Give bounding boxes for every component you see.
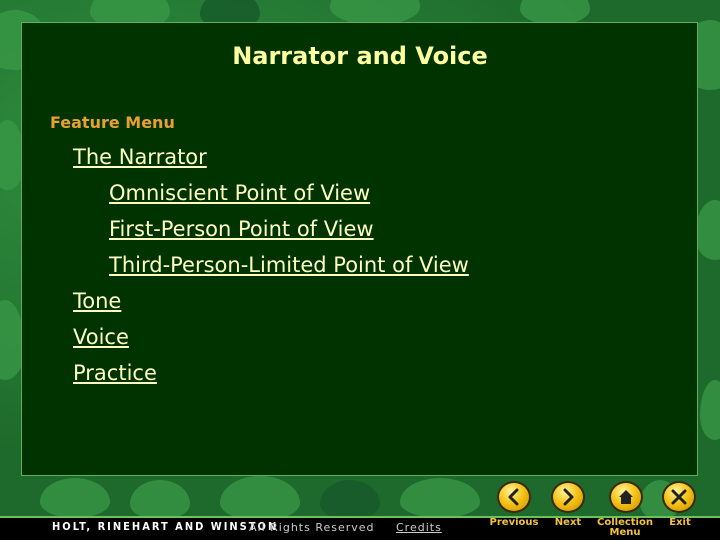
collection-menu-label[interactable]: Collection Menu [594,518,656,538]
credits-link[interactable]: Credits [396,521,442,534]
content-panel [21,22,698,476]
menu-link-omniscient-pov[interactable]: Omniscient Point of View [109,181,370,205]
next-label[interactable]: Next [548,518,588,528]
menu-link-voice[interactable]: Voice [73,325,129,349]
exit-label[interactable]: Exit [664,518,696,528]
feature-menu-heading: Feature Menu [50,113,175,132]
close-icon [671,489,687,505]
menu-link-practice[interactable]: Practice [73,361,157,385]
previous-button[interactable] [497,481,531,513]
menu-link-tone[interactable]: Tone [73,289,121,313]
menu-link-third-person-limited-pov[interactable]: Third-Person-Limited Point of View [109,253,469,277]
chevron-right-icon [563,488,574,506]
publisher-name: HOLT, RINEHART AND WINSTON [52,520,279,533]
exit-button[interactable] [662,481,696,513]
next-button[interactable] [551,481,585,513]
menu-link-first-person-pov[interactable]: First-Person Point of View [109,217,374,241]
previous-label[interactable]: Previous [486,518,542,528]
menu-link-the-narrator[interactable]: The Narrator [73,145,207,169]
chevron-left-icon [508,488,519,506]
collection-menu-button[interactable] [609,481,643,513]
page-title: Narrator and Voice [232,42,488,70]
rights-text: All Rights Reserved [249,521,375,534]
home-icon [619,490,633,504]
